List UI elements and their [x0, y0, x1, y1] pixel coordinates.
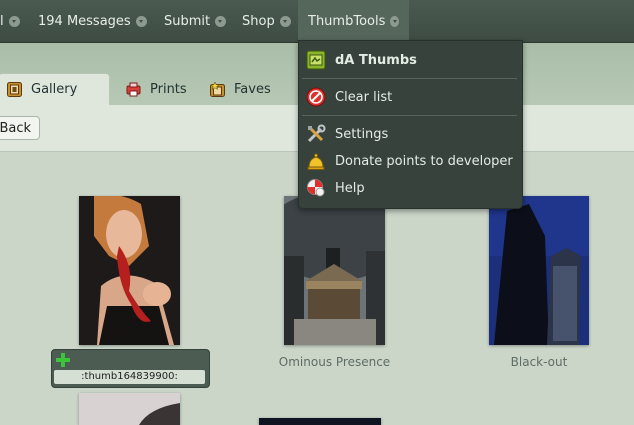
- thumb-image: [79, 393, 180, 425]
- nav-item-partial[interactable]: l: [0, 0, 20, 42]
- gallery-thumb[interactable]: [284, 196, 385, 345]
- menu-item-label: Clear list: [335, 89, 393, 105]
- tools-icon: [307, 124, 326, 143]
- tab-label: Prints: [150, 81, 187, 97]
- nav-item-label: ThumbTools: [308, 13, 386, 29]
- back-button[interactable]: Back: [0, 116, 40, 140]
- thumb-image: [79, 196, 180, 345]
- tab-faves[interactable]: Faves: [210, 73, 271, 105]
- menu-item-clear-list[interactable]: Clear list: [306, 87, 392, 107]
- thumb-code-field[interactable]: :thumb164839900:: [54, 370, 205, 384]
- nav-item-label: 194 Messages: [38, 13, 131, 29]
- plus-icon[interactable]: [55, 352, 71, 368]
- menu-header-label: dA Thumbs: [335, 52, 417, 68]
- menu-item-label: Settings: [335, 126, 389, 142]
- chevron-down-icon: [390, 15, 399, 27]
- gallery-thumb[interactable]: [489, 196, 589, 345]
- tab-prints[interactable]: Prints: [126, 73, 187, 105]
- menu-item-label: Help: [335, 180, 365, 196]
- bell-icon: [307, 153, 325, 170]
- nav-item-shop[interactable]: Shop: [242, 0, 291, 42]
- gallery-icon: [7, 82, 22, 97]
- nav-item-label: l: [0, 13, 4, 29]
- tab-gallery[interactable]: Gallery: [0, 73, 110, 105]
- chevron-down-icon: [279, 15, 291, 27]
- chevron-down-icon: [215, 15, 227, 27]
- gallery-thumb[interactable]: [79, 196, 180, 345]
- gallery-thumb[interactable]: [79, 393, 180, 425]
- prints-icon: [126, 82, 141, 96]
- gallery-thumb[interactable]: [259, 418, 381, 425]
- faves-icon: [210, 81, 225, 97]
- thumb-caption[interactable]: Black-out: [480, 355, 598, 369]
- nav-item-label: Shop: [242, 13, 275, 29]
- nav-item-submit[interactable]: Submit: [164, 0, 227, 42]
- menu-item-label: Donate points to developer: [335, 153, 513, 169]
- menu-divider: [302, 78, 517, 79]
- no-entry-icon: [306, 87, 326, 107]
- menu-item-settings[interactable]: Settings: [306, 124, 388, 144]
- menu-item-donate[interactable]: Donate points to developer: [306, 151, 513, 171]
- tab-label: Faves: [234, 81, 271, 97]
- chevron-down-icon: [8, 15, 20, 27]
- thumb-image: [489, 196, 589, 345]
- thumb-image: [284, 196, 385, 345]
- menu-divider: [302, 115, 517, 116]
- menu-item-help[interactable]: Help: [306, 178, 365, 198]
- help-icon: [307, 179, 325, 197]
- nav-item-thumbtools[interactable]: ThumbTools: [298, 0, 409, 42]
- nav-item-messages[interactable]: 194 Messages: [38, 0, 147, 42]
- menu-header[interactable]: dA Thumbs: [306, 50, 417, 70]
- tab-label: Gallery: [31, 82, 78, 97]
- thumb-caption[interactable]: Ominous Presence: [262, 355, 407, 369]
- nav-item-label: Submit: [164, 13, 211, 29]
- da-thumbs-icon: [306, 50, 326, 70]
- chevron-down-icon: [135, 15, 147, 27]
